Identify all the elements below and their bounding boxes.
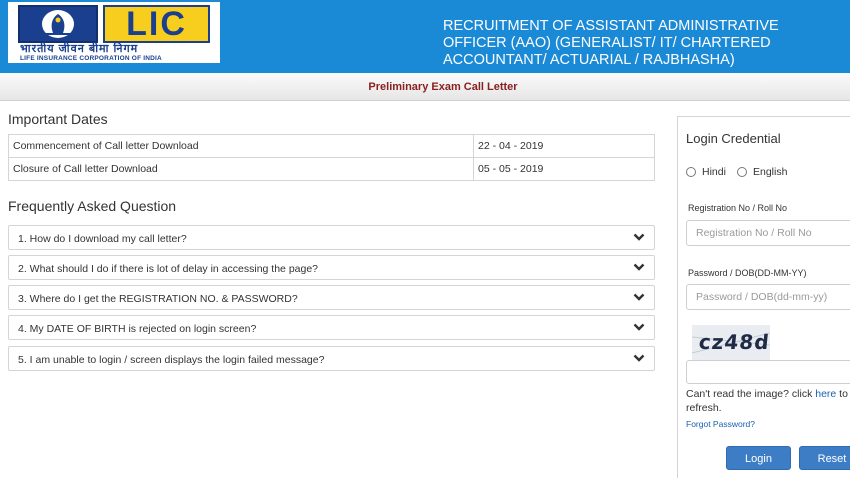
faq-item-2[interactable]: 2. What should I do if there is lot of d… [8,255,655,280]
login-panel: Login Credential Hindi English Registrat… [677,116,850,478]
captcha-refresh-text: Can't read the image? click here to refr… [686,387,850,415]
table-row: Closure of Call letter Download 05 - 05 … [8,157,655,181]
faq-question: 2. What should I do if there is lot of d… [18,263,319,275]
chevron-down-icon [633,323,645,331]
chevron-down-icon [633,293,645,301]
lic-english-name: LIFE INSURANCE CORPORATION OF INDIA [20,55,162,62]
captcha-input[interactable] [686,360,850,384]
important-dates-table: Commencement of Call letter Download 22 … [8,134,655,181]
faq-item-5[interactable]: 5. I am unable to login / screen display… [8,346,655,371]
date-value: 05 - 05 - 2019 [473,157,655,181]
header: LIC भारतीय जीवन बीमा निगम LIFE INSURANCE… [0,0,850,73]
lic-emblem-icon [18,5,98,43]
language-english-option[interactable]: English [737,166,787,178]
lic-logo: LIC भारतीय जीवन बीमा निगम LIFE INSURANCE… [8,2,220,63]
table-row: Commencement of Call letter Download 22 … [8,134,655,158]
cant-read-prefix: Can't read the image? click [686,388,816,400]
faq-item-3[interactable]: 3. Where do I get the REGISTRATION NO. &… [8,285,655,310]
password-label: Password / DOB(DD-MM-YY) [688,268,807,278]
date-label: Closure of Call letter Download [8,157,474,181]
faq-heading: Frequently Asked Question [8,198,177,214]
captcha-image: cz48d [692,325,770,360]
hindi-label: Hindi [702,166,726,178]
chevron-down-icon [633,233,645,241]
date-value: 22 - 04 - 2019 [473,134,655,158]
language-hindi-option[interactable]: Hindi [686,166,726,178]
faq-question: 4. My DATE OF BIRTH is rejected on login… [18,323,257,335]
login-title: Login Credential [686,131,781,146]
faq-question: 3. Where do I get the REGISTRATION NO. &… [18,293,298,305]
date-label: Commencement of Call letter Download [8,134,474,158]
english-radio[interactable] [737,167,747,177]
reset-button[interactable]: Reset [799,446,850,470]
subheader-bar: Preliminary Exam Call Letter [0,73,850,101]
faq-question: 5. I am unable to login / screen display… [18,354,325,366]
forgot-password-link[interactable]: Forgot Password? [686,419,755,429]
faq-question: 1. How do I download my call letter? [18,233,187,245]
lic-wordmark: LIC [103,5,210,43]
chevron-down-icon [633,263,645,271]
login-button[interactable]: Login [726,446,791,470]
registration-input[interactable] [686,220,850,246]
hindi-radio[interactable] [686,167,696,177]
faq-item-4[interactable]: 4. My DATE OF BIRTH is rejected on login… [8,315,655,340]
important-dates-heading: Important Dates [8,111,108,127]
subheader-title: Preliminary Exam Call Letter [368,81,518,93]
lic-hindi-name: भारतीय जीवन बीमा निगम [20,43,139,55]
captcha-refresh-link[interactable]: here [815,388,836,400]
chevron-down-icon [633,354,645,362]
faq-item-1[interactable]: 1. How do I download my call letter? [8,225,655,250]
password-input[interactable] [686,284,850,310]
page-title: RECRUITMENT OF ASSISTANT ADMINISTRATIVE … [443,18,779,68]
captcha-text: cz48d [697,330,770,354]
registration-label: Registration No / Roll No [688,203,788,213]
english-label: English [753,166,788,178]
